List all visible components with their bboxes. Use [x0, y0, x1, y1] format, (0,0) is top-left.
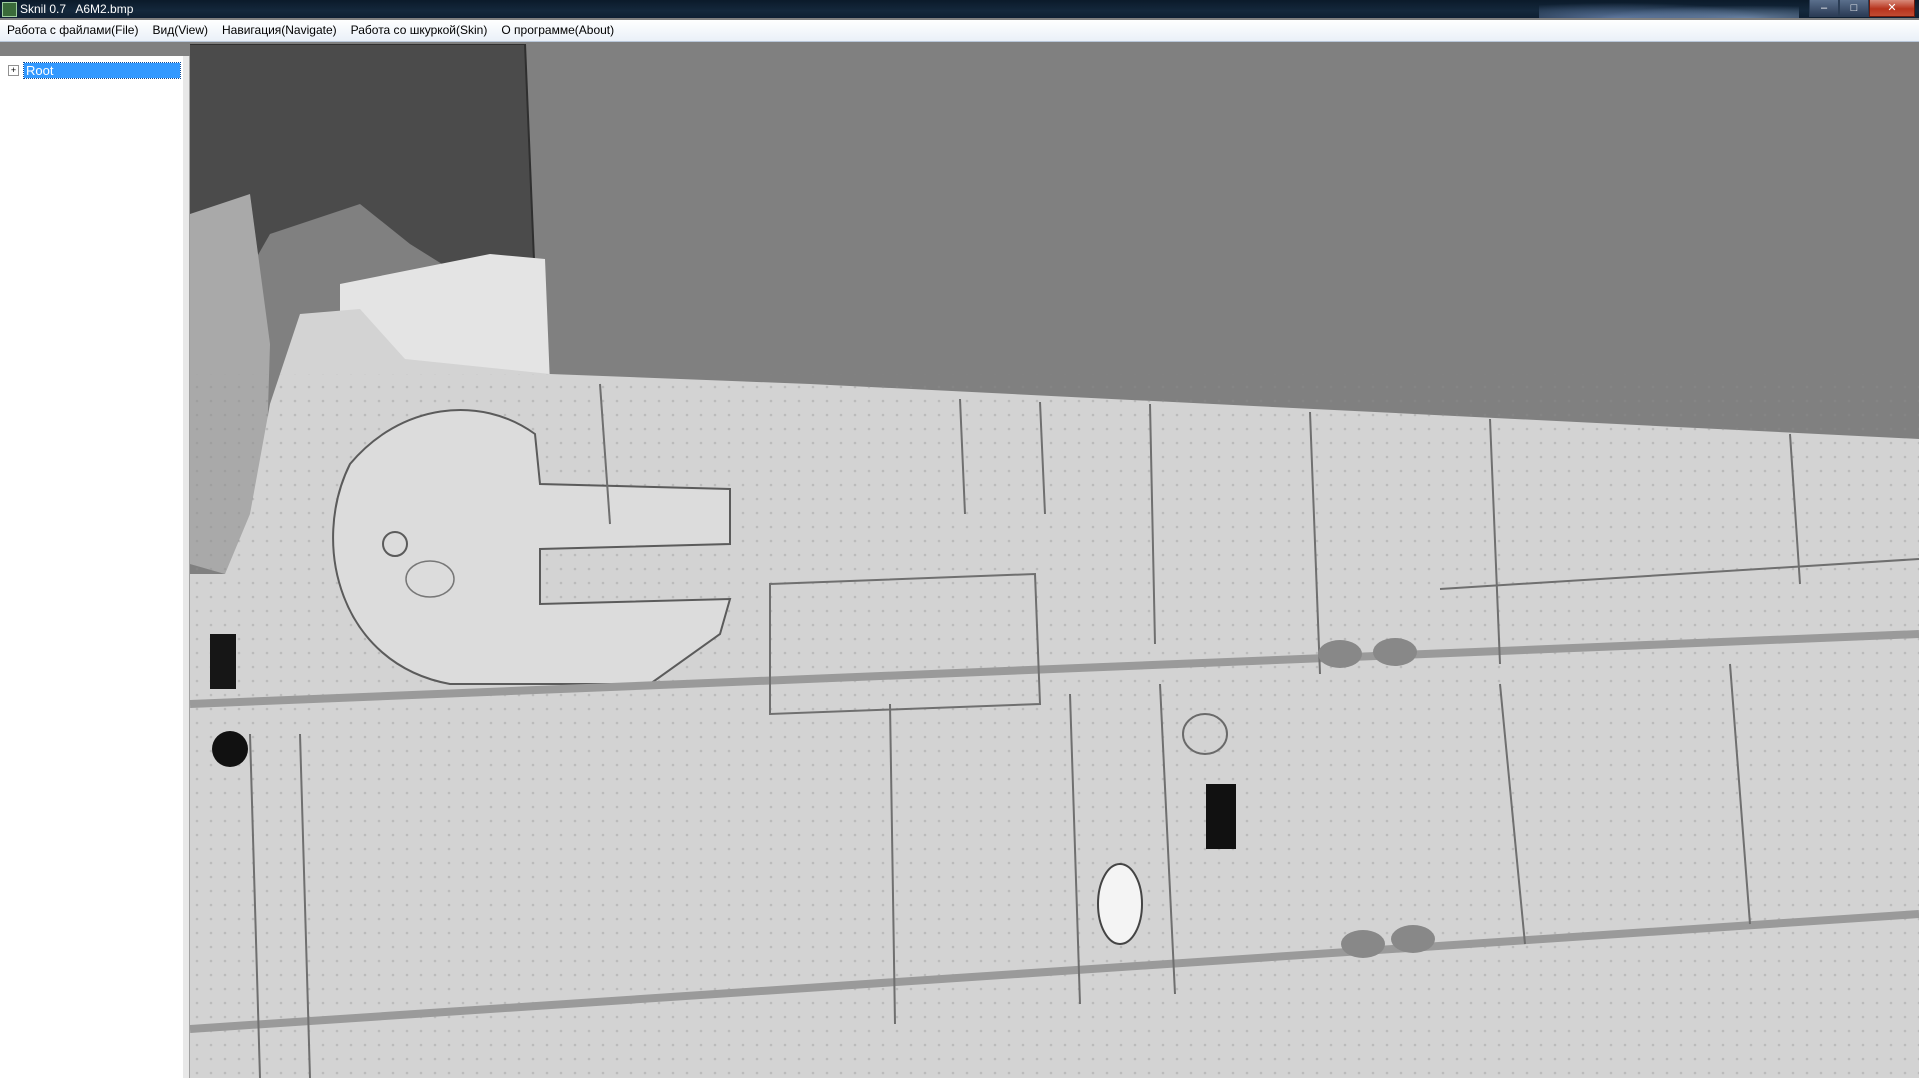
- menu-bar: Работа с файлами(File) Вид(View) Навигац…: [0, 20, 1919, 42]
- menu-navigate[interactable]: Навигация(Navigate): [215, 20, 344, 41]
- tree-label-root[interactable]: Root: [23, 62, 181, 79]
- maximize-button[interactable]: □: [1839, 0, 1869, 17]
- app-icon: [2, 2, 17, 17]
- panel-splitter[interactable]: [183, 56, 190, 1078]
- menu-skin[interactable]: Работа со шкуркой(Skin): [344, 20, 495, 41]
- texture-viewport[interactable]: [190, 44, 1919, 1078]
- title-bar[interactable]: Sknil 0.7 A6M2.bmp – □ ✕: [0, 0, 1919, 18]
- menu-file[interactable]: Работа с файлами(File): [0, 20, 145, 41]
- texture-canvas: [190, 44, 1919, 1078]
- bulge: [1097, 863, 1143, 945]
- window-controls: – □ ✕: [1809, 0, 1915, 17]
- window-title: Sknil 0.7 A6M2.bmp: [20, 2, 134, 16]
- menu-about[interactable]: О программе(About): [494, 20, 621, 41]
- taskbar-glow: [1539, 0, 1799, 18]
- tree-node-root[interactable]: + Root: [8, 62, 181, 79]
- tree-panel[interactable]: + Root: [0, 56, 184, 1078]
- port-hole: [212, 731, 248, 767]
- expand-icon[interactable]: +: [8, 65, 19, 76]
- slot: [210, 634, 236, 689]
- close-button[interactable]: ✕: [1869, 0, 1915, 17]
- minimize-button[interactable]: –: [1809, 0, 1839, 17]
- slot: [1206, 784, 1236, 849]
- menu-view[interactable]: Вид(View): [145, 20, 215, 41]
